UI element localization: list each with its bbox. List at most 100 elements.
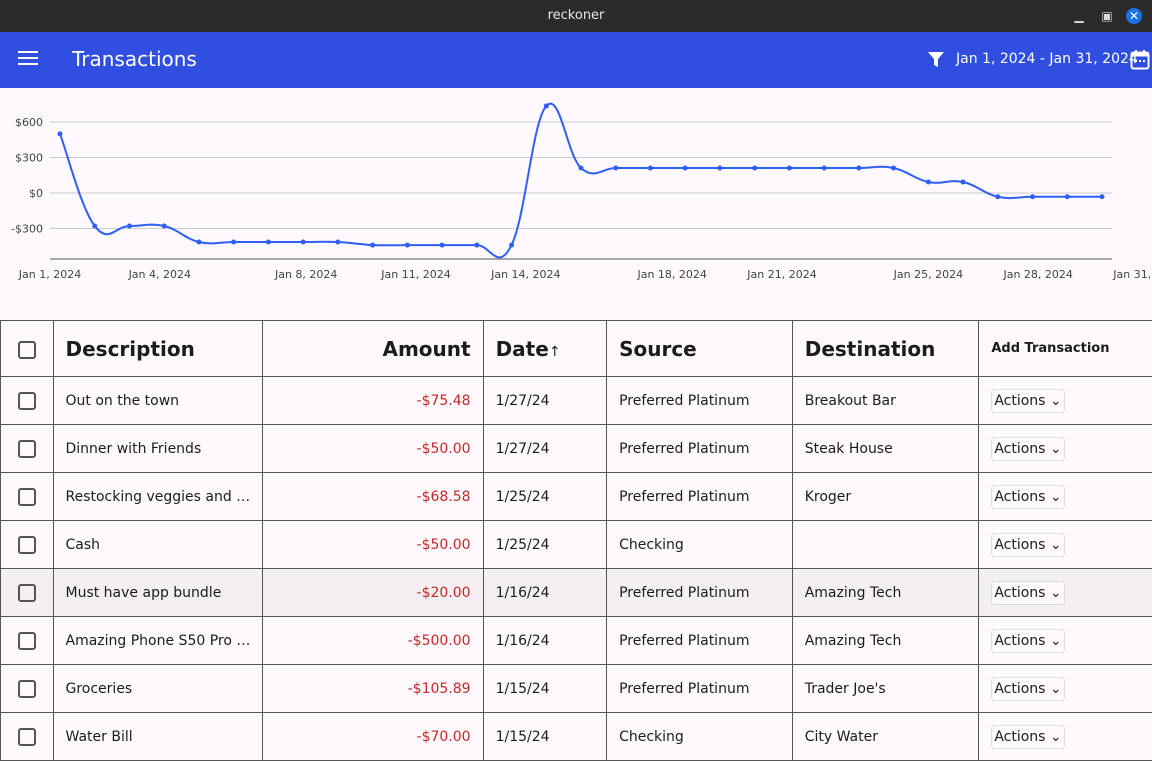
data-point[interactable] bbox=[474, 243, 479, 248]
data-point[interactable] bbox=[926, 179, 931, 184]
data-point[interactable] bbox=[405, 243, 410, 248]
window-title: reckoner bbox=[548, 8, 605, 23]
actions-label: Actions bbox=[994, 729, 1045, 745]
description-cell: Groceries bbox=[53, 665, 263, 713]
x-tick-label: Jan 18, 2024 bbox=[636, 268, 706, 281]
data-point[interactable] bbox=[717, 166, 722, 171]
row-checkbox[interactable] bbox=[18, 488, 36, 506]
x-tick-label: Jan 4, 2024 bbox=[128, 268, 191, 281]
filter-icon[interactable] bbox=[927, 51, 945, 69]
data-point[interactable] bbox=[1030, 194, 1035, 199]
source-cell: Checking bbox=[607, 713, 793, 761]
table-row[interactable]: Cash -$50.00 1/25/24 Checking Actions ⌄ bbox=[1, 521, 1152, 569]
date-cell: 1/15/24 bbox=[483, 713, 607, 761]
data-point[interactable] bbox=[162, 224, 167, 229]
row-checkbox[interactable] bbox=[18, 536, 36, 554]
data-point[interactable] bbox=[301, 239, 306, 244]
actions-cell: Actions ⌄ bbox=[979, 617, 1152, 665]
chevron-down-icon: ⌄ bbox=[1050, 393, 1062, 409]
data-point[interactable] bbox=[544, 104, 549, 109]
data-point[interactable] bbox=[613, 166, 618, 171]
data-point[interactable] bbox=[370, 243, 375, 248]
table-row[interactable]: Must have app bundle -$20.00 1/16/24 Pre… bbox=[1, 569, 1152, 617]
row-checkbox[interactable] bbox=[18, 728, 36, 746]
x-tick-label: Jan 1, 2024 bbox=[18, 268, 81, 281]
data-point[interactable] bbox=[822, 166, 827, 171]
data-point[interactable] bbox=[335, 239, 340, 244]
minimize-icon[interactable]: ▁ bbox=[1071, 8, 1087, 24]
actions-label: Actions bbox=[994, 585, 1045, 601]
actions-dropdown[interactable]: Actions ⌄ bbox=[991, 485, 1064, 509]
data-point[interactable] bbox=[961, 179, 966, 184]
actions-dropdown[interactable]: Actions ⌄ bbox=[991, 533, 1064, 557]
data-point[interactable] bbox=[92, 224, 97, 229]
table-row[interactable]: Restocking veggies and … -$68.58 1/25/24… bbox=[1, 473, 1152, 521]
transactions-table: Description Amount Date↑ Source Destinat… bbox=[0, 320, 1152, 761]
data-point[interactable] bbox=[509, 243, 514, 248]
actions-dropdown[interactable]: Actions ⌄ bbox=[991, 725, 1064, 749]
data-point[interactable] bbox=[231, 239, 236, 244]
column-header-date[interactable]: Date↑ bbox=[483, 321, 607, 377]
data-point[interactable] bbox=[648, 166, 653, 171]
source-cell: Preferred Platinum bbox=[607, 425, 793, 473]
row-checkbox[interactable] bbox=[18, 584, 36, 602]
actions-dropdown[interactable]: Actions ⌄ bbox=[991, 581, 1064, 605]
data-point[interactable] bbox=[787, 166, 792, 171]
actions-dropdown[interactable]: Actions ⌄ bbox=[991, 389, 1064, 413]
data-point[interactable] bbox=[266, 239, 271, 244]
data-point[interactable] bbox=[196, 239, 201, 244]
data-point[interactable] bbox=[683, 166, 688, 171]
data-point[interactable] bbox=[58, 131, 63, 136]
chevron-down-icon: ⌄ bbox=[1050, 489, 1062, 505]
data-point[interactable] bbox=[1100, 194, 1105, 199]
actions-dropdown[interactable]: Actions ⌄ bbox=[991, 677, 1064, 701]
actions-cell: Actions ⌄ bbox=[979, 473, 1152, 521]
app-bar: Transactions Jan 1, 2024 - Jan 31, 2024 bbox=[0, 32, 1152, 88]
column-header-source[interactable]: Source bbox=[607, 321, 793, 377]
menu-icon[interactable] bbox=[18, 51, 38, 67]
data-point[interactable] bbox=[856, 166, 861, 171]
actions-cell: Actions ⌄ bbox=[979, 425, 1152, 473]
x-tick-label: Jan 25, 2024 bbox=[893, 268, 963, 281]
source-cell: Preferred Platinum bbox=[607, 665, 793, 713]
table-row[interactable]: Dinner with Friends -$50.00 1/27/24 Pref… bbox=[1, 425, 1152, 473]
destination-cell: Breakout Bar bbox=[792, 377, 979, 425]
date-range[interactable]: Jan 1, 2024 - Jan 31, 2024 bbox=[956, 51, 1138, 67]
destination-cell: City Water bbox=[792, 713, 979, 761]
table-row[interactable]: Groceries -$105.89 1/15/24 Preferred Pla… bbox=[1, 665, 1152, 713]
row-checkbox[interactable] bbox=[18, 632, 36, 650]
row-checkbox[interactable] bbox=[18, 440, 36, 458]
data-point[interactable] bbox=[752, 166, 757, 171]
calendar-icon[interactable] bbox=[1130, 49, 1150, 71]
table-row[interactable]: Out on the town -$75.48 1/27/24 Preferre… bbox=[1, 377, 1152, 425]
amount-cell: -$68.58 bbox=[263, 473, 483, 521]
close-icon[interactable]: ✕ bbox=[1126, 8, 1142, 24]
data-point[interactable] bbox=[891, 166, 896, 171]
data-point[interactable] bbox=[440, 243, 445, 248]
x-tick-label: Jan 11, 2024 bbox=[380, 268, 450, 281]
column-header-destination[interactable]: Destination bbox=[792, 321, 979, 377]
column-header-description[interactable]: Description bbox=[53, 321, 263, 377]
data-point[interactable] bbox=[995, 194, 1000, 199]
chevron-down-icon: ⌄ bbox=[1050, 441, 1062, 457]
destination-cell: Trader Joe's bbox=[792, 665, 979, 713]
select-all-checkbox[interactable] bbox=[18, 341, 36, 359]
description-cell: Must have app bundle bbox=[53, 569, 263, 617]
source-cell: Preferred Platinum bbox=[607, 377, 793, 425]
row-checkbox[interactable] bbox=[18, 680, 36, 698]
table-row[interactable]: Amazing Phone S50 Pro … -$500.00 1/16/24… bbox=[1, 617, 1152, 665]
actions-dropdown[interactable]: Actions ⌄ bbox=[991, 437, 1064, 461]
data-point[interactable] bbox=[127, 224, 132, 229]
actions-dropdown[interactable]: Actions ⌄ bbox=[991, 629, 1064, 653]
maximize-icon[interactable]: ▣ bbox=[1099, 8, 1115, 24]
row-checkbox[interactable] bbox=[18, 392, 36, 410]
column-header-amount[interactable]: Amount bbox=[263, 321, 483, 377]
add-transaction-button[interactable]: Add Transaction bbox=[979, 321, 1152, 377]
description-cell: Restocking veggies and … bbox=[53, 473, 263, 521]
data-point[interactable] bbox=[1065, 194, 1070, 199]
y-tick-label: $0 bbox=[29, 187, 43, 200]
table-row[interactable]: Water Bill -$70.00 1/15/24 Checking City… bbox=[1, 713, 1152, 761]
destination-cell: Amazing Tech bbox=[792, 617, 979, 665]
chevron-down-icon: ⌄ bbox=[1050, 681, 1062, 697]
data-point[interactable] bbox=[579, 166, 584, 171]
